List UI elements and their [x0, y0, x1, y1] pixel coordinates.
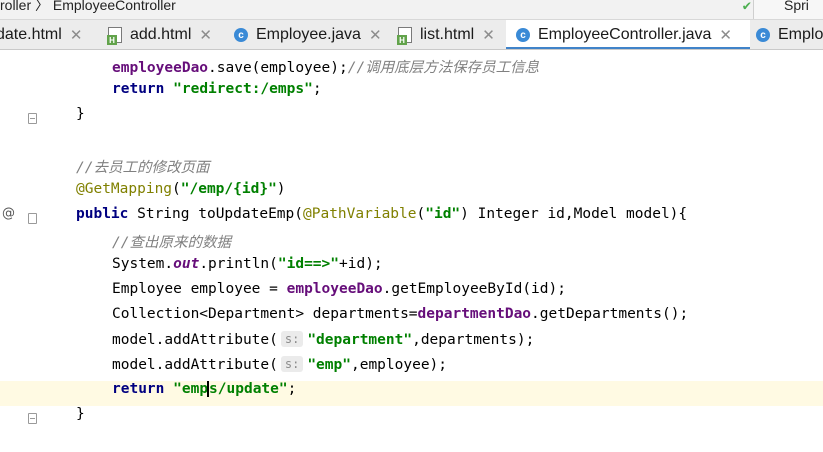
string-token: "redirect:/emps" — [173, 81, 313, 97]
code-token: ( — [172, 181, 181, 197]
code-token: .getDepartments(); — [531, 306, 689, 322]
fold-end-icon[interactable] — [28, 113, 37, 124]
current-code-line: return "emps/update"; — [0, 381, 823, 406]
code-token: String toUpdateEmp( — [128, 206, 303, 222]
parameter-hint: s: — [280, 331, 304, 347]
string-token: "department" — [307, 332, 413, 348]
field-token: departmentDao — [417, 306, 532, 322]
text-caret: s/update" — [207, 381, 288, 397]
string-token: "/emp/{id}" — [180, 181, 277, 197]
breadcrumb-text: roller 〉 EmployeeController — [0, 0, 176, 13]
string-token: "id" — [425, 206, 461, 222]
code-token: ,departments); — [412, 332, 535, 348]
code-token: ; — [312, 81, 322, 97]
close-icon[interactable]: ✕ — [369, 26, 382, 44]
keyword-token: return — [112, 381, 165, 397]
code-token: model.addAttribute( — [112, 357, 278, 373]
tab-update-html[interactable]: date.html ✕ — [0, 20, 83, 49]
annotation-token: @GetMapping — [76, 181, 173, 197]
code-token: .getEmployeeById(id); — [382, 281, 566, 297]
tab-label: Employ — [778, 26, 823, 43]
code-token: .save(employee); — [208, 60, 348, 76]
java-class-icon: c — [234, 28, 248, 42]
code-line: } — [0, 406, 823, 431]
code-token: ,employee); — [350, 357, 448, 373]
code-line: model.addAttribute(s: "emp",employee); — [0, 356, 823, 381]
tab-label: list.html — [420, 26, 475, 43]
code-line: Collection<Department> departments=depar… — [0, 306, 823, 331]
tab-list-html[interactable]: list.html ✕ — [397, 20, 495, 49]
string-token: "emp" — [307, 357, 351, 373]
code-token: Employee employee = — [112, 281, 287, 297]
tab-label: Employee.java — [256, 26, 361, 43]
tab-employee-next[interactable]: c Employ — [756, 20, 823, 49]
code-token: } — [76, 106, 85, 122]
code-line: //查出原来的数据 — [0, 231, 823, 256]
string-token: "emp — [173, 381, 209, 397]
run-configuration-selector[interactable]: Spri — [753, 0, 823, 19]
keyword-token: public — [76, 206, 129, 222]
parameter-hint: s: — [280, 356, 304, 372]
code-line: model.addAttribute(s: "department",depart… — [0, 331, 823, 356]
close-icon[interactable]: ✕ — [199, 26, 212, 44]
comment-token: //去员工的修改页面 — [76, 160, 210, 176]
keyword-token: return — [112, 81, 165, 97]
close-icon[interactable]: ✕ — [482, 26, 495, 44]
code-line: Employee employee = employeeDao.getEmplo… — [0, 281, 823, 306]
tab-label: date.html — [0, 26, 62, 43]
annotation-token: @PathVariable — [303, 206, 417, 222]
tab-label: add.html — [130, 26, 192, 43]
html-file-icon — [397, 27, 412, 45]
field-token: out — [173, 256, 200, 272]
code-token: Collection<Department> departments= — [112, 306, 418, 322]
comment-token: //调用底层方法保存员工信息 — [347, 60, 540, 76]
code-token: .println( — [199, 256, 278, 272]
code-token: +id); — [339, 256, 383, 272]
fold-end-icon[interactable] — [28, 413, 37, 424]
code-token: } — [76, 406, 85, 422]
comment-token: //查出原来的数据 — [112, 235, 231, 251]
java-class-icon: c — [516, 28, 530, 42]
code-line: @GetMapping("/emp/{id}") — [0, 181, 823, 206]
close-icon[interactable]: ✕ — [719, 26, 732, 44]
code-line: //去员工的修改页面 — [0, 156, 823, 181]
code-token: model.addAttribute( — [112, 332, 278, 348]
fold-start-icon[interactable] — [28, 213, 37, 224]
tab-employeecontroller-java[interactable]: c EmployeeController.java ✕ — [506, 20, 750, 49]
field-token: employeeDao — [286, 281, 383, 297]
field-token: employeeDao — [112, 60, 209, 76]
code-line: return "redirect:/emps"; — [0, 81, 823, 106]
close-icon[interactable]: ✕ — [70, 26, 83, 44]
navigation-breadcrumb: roller 〉 EmployeeController ✔ Spri — [0, 0, 823, 20]
mapping-gutter-icon[interactable]: @ — [2, 206, 15, 221]
tab-add-html[interactable]: add.html ✕ — [107, 20, 212, 49]
editor-tabs: date.html ✕ add.html ✕ c Employee.java ✕… — [0, 20, 823, 50]
code-token: ( — [416, 206, 426, 222]
tab-employee-java[interactable]: c Employee.java ✕ — [234, 20, 382, 49]
run-config-icon[interactable]: ✔ — [743, 0, 751, 14]
code-token: System. — [112, 256, 174, 272]
string-token: "id==>" — [277, 256, 339, 272]
code-token: ) — [276, 181, 286, 197]
code-line: employeeDao.save(employee);//调用底层方法保存员工信… — [0, 56, 823, 81]
tab-label: EmployeeController.java — [538, 26, 712, 43]
java-class-icon: c — [756, 28, 770, 42]
code-token: ; — [287, 381, 297, 397]
html-file-icon — [107, 27, 122, 45]
code-editor[interactable]: employeeDao.save(employee);//调用底层方法保存员工信… — [0, 50, 823, 452]
code-token: ) Integer id,Model model){ — [460, 206, 688, 222]
code-line: @ public String toUpdateEmp(@PathVariabl… — [0, 206, 823, 231]
code-line: System.out.println("id==>"+id); — [0, 256, 823, 281]
code-line: } — [0, 106, 823, 131]
